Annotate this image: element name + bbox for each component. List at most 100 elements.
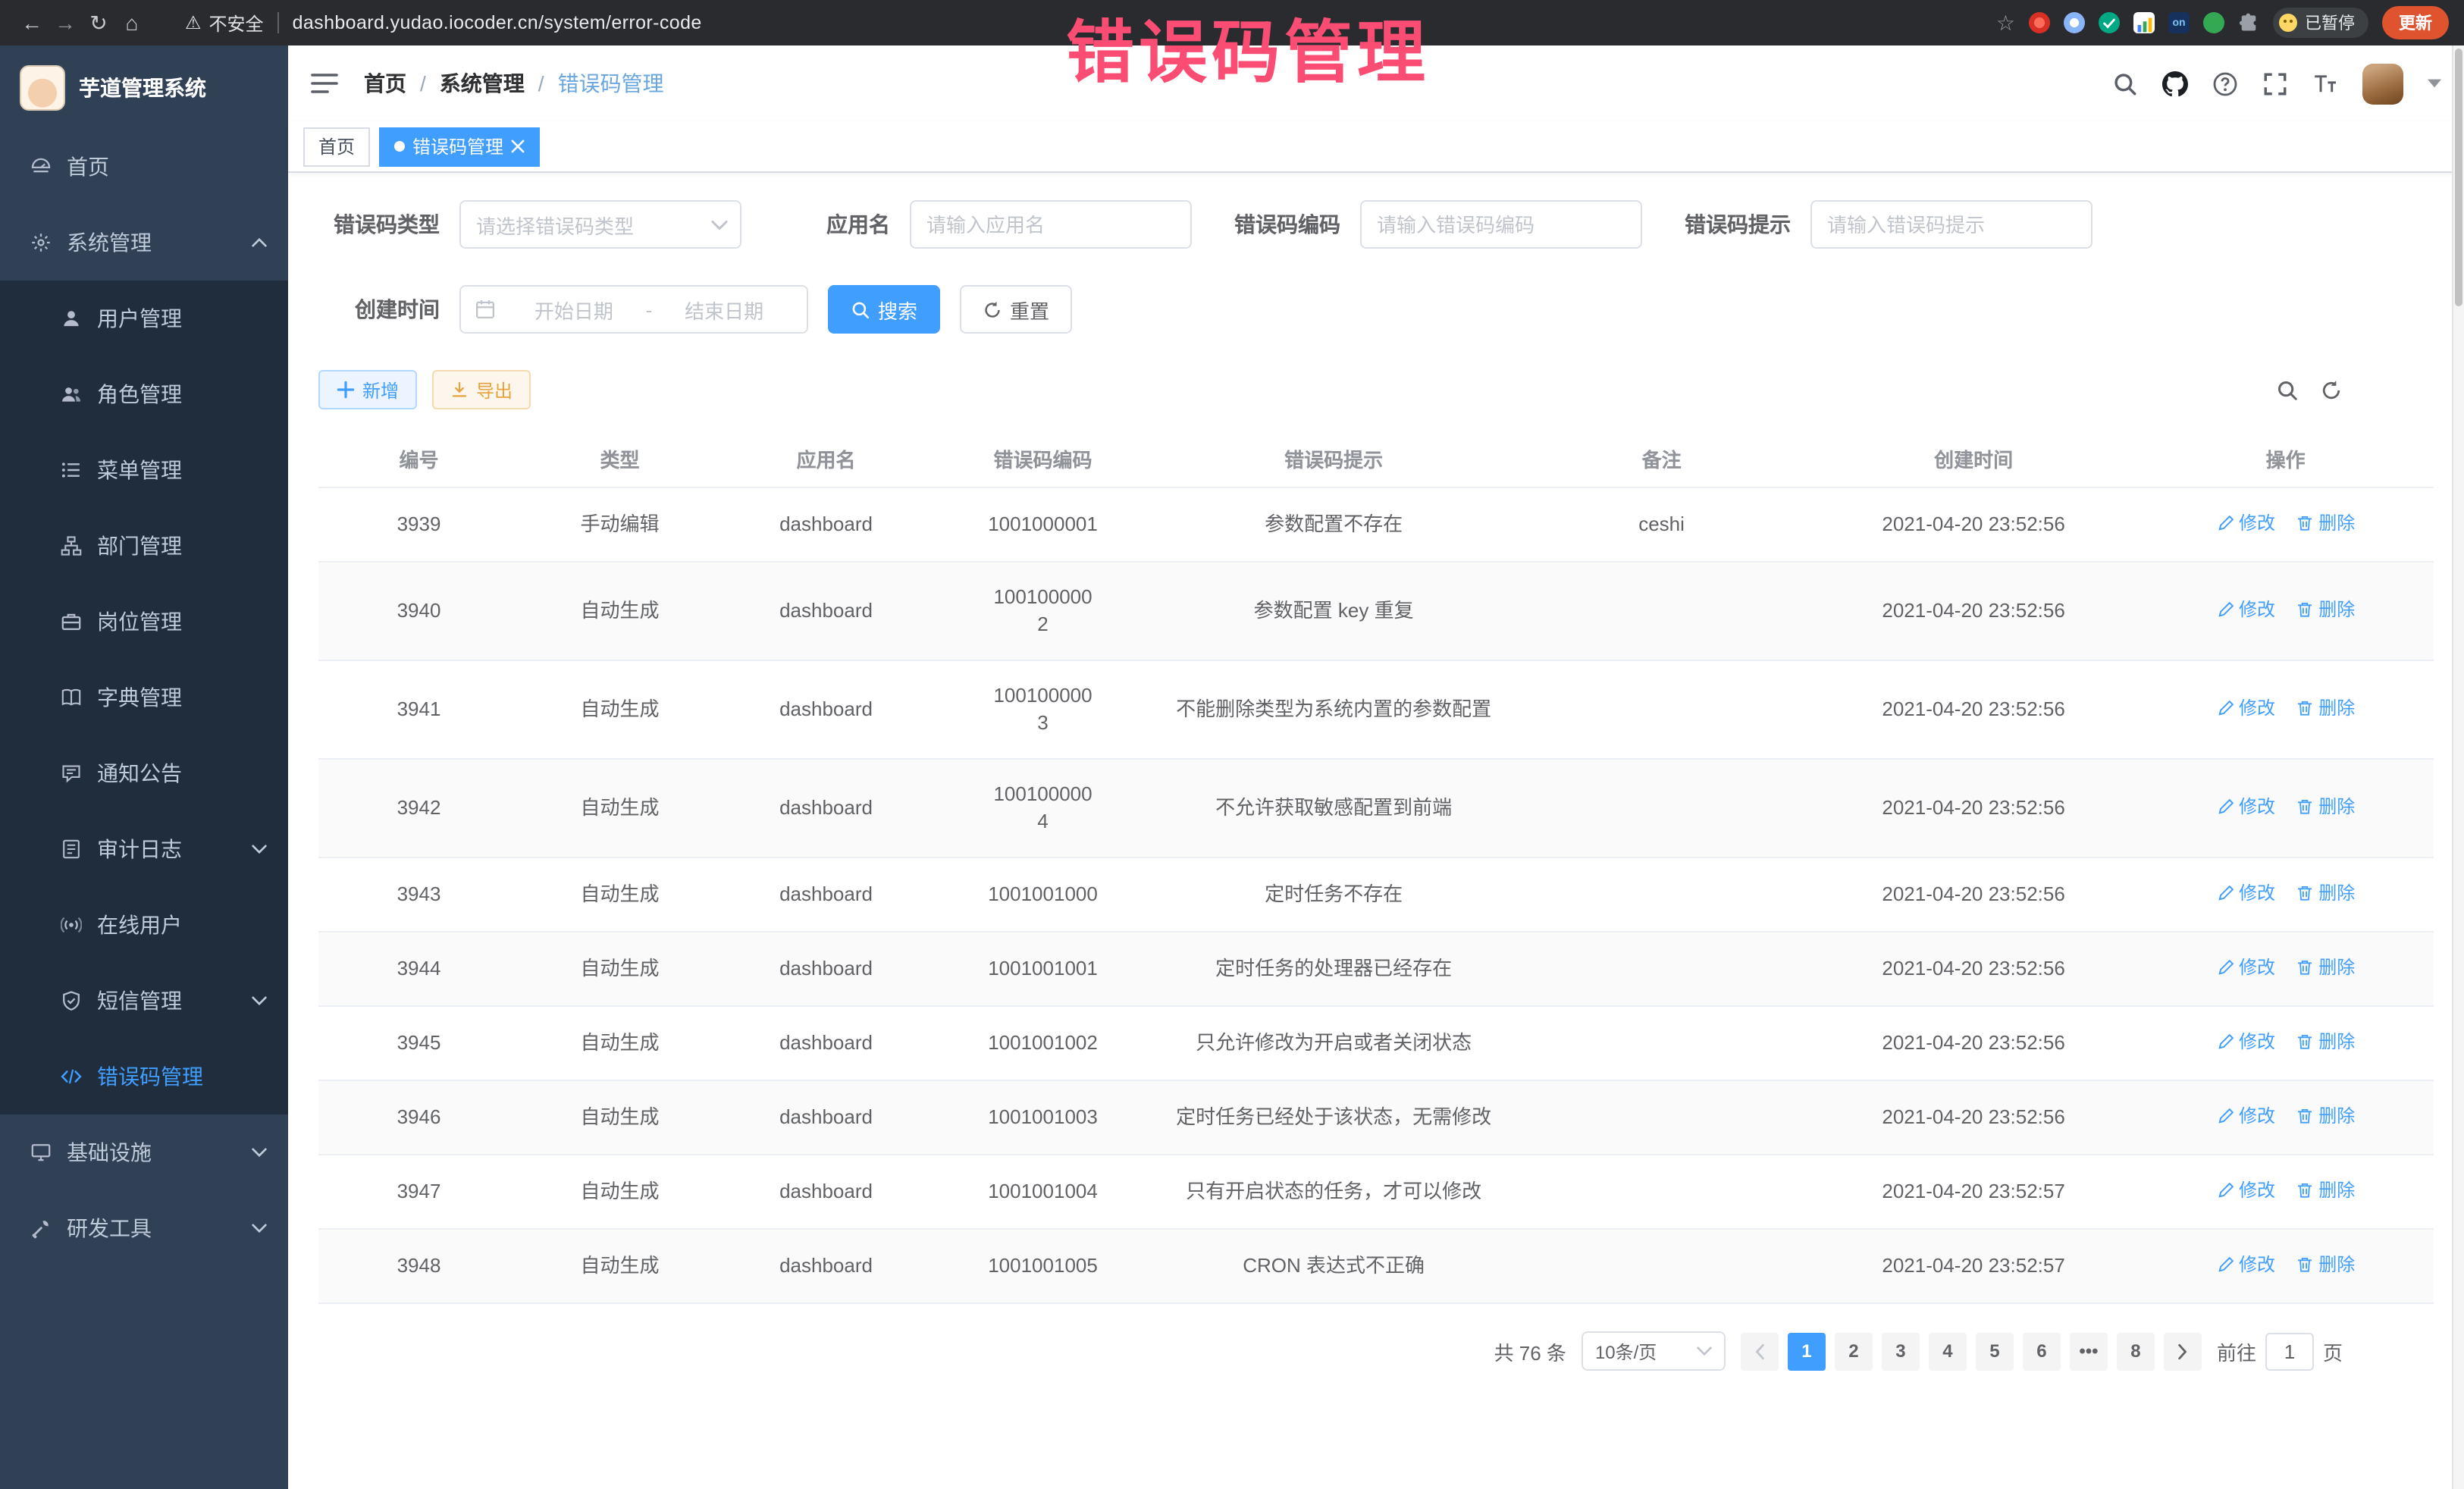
extension-icon-1[interactable] [2029,12,2050,33]
error-type-select[interactable]: 请选择错误码类型 [459,200,741,249]
cell-ops: 修改 删除 [2137,1080,2434,1155]
edit-link[interactable]: 修改 [2216,793,2275,820]
page-button[interactable]: 8 [2117,1332,2155,1370]
delete-link[interactable]: 删除 [2296,1177,2355,1204]
edit-link[interactable]: 修改 [2216,1028,2275,1055]
delete-link[interactable]: 删除 [2296,1251,2355,1278]
refresh-icon[interactable] [2320,378,2343,401]
edit-link[interactable]: 修改 [2216,1177,2275,1204]
extension-icon-6[interactable] [2203,12,2224,33]
tag-home[interactable]: 首页 [303,127,370,166]
edit-link[interactable]: 修改 [2216,509,2275,537]
goto-page-input[interactable] [2265,1332,2314,1370]
export-button[interactable]: 导出 [432,370,531,409]
edit-link[interactable]: 修改 [2216,596,2275,623]
edit-link[interactable]: 修改 [2216,954,2275,981]
scrollbar[interactable] [2452,45,2464,1489]
extensions-puzzle-icon[interactable] [2238,12,2259,33]
reset-button[interactable]: 重置 [960,285,1072,334]
edit-link[interactable]: 修改 [2216,1102,2275,1130]
sidebar-item-positions[interactable]: 岗位管理 [0,584,288,660]
browser-home-icon[interactable]: ⌂ [115,6,149,39]
table-row: 3942 自动生成 dashboard 100100000 4 不允许获取敏感配… [318,759,2434,857]
close-icon[interactable] [511,139,525,153]
sidebar-item-notices[interactable]: 通知公告 [0,735,288,811]
online-signal-icon [61,914,82,936]
scrollbar-thumb[interactable] [2455,49,2462,306]
prev-page-button[interactable] [1741,1332,1779,1370]
hamburger-icon[interactable] [311,73,338,94]
calendar-icon [475,299,496,320]
sidebar-item-system[interactable]: 系统管理 [0,205,288,281]
breadcrumb-system[interactable]: 系统管理 [440,68,525,99]
page-button[interactable]: 4 [1929,1332,1967,1370]
app-logo[interactable]: 芋道管理系统 [0,45,288,129]
date-range-picker[interactable]: 开始日期 - 结束日期 [459,285,808,334]
sidebar-item-menus[interactable]: 菜单管理 [0,432,288,508]
avatar[interactable] [2362,63,2403,104]
caret-down-icon[interactable] [2428,79,2441,88]
tag-error-code[interactable]: 错误码管理 [379,127,540,166]
sidebar-item-audit-log[interactable]: 审计日志 [0,811,288,887]
fullscreen-icon[interactable] [2262,71,2288,96]
breadcrumb-home[interactable]: 首页 [364,68,406,99]
sidebar-item-users[interactable]: 用户管理 [0,281,288,356]
cell-ops: 修改 删除 [2137,759,2434,857]
browser-back-icon[interactable]: ← [15,6,49,39]
page-button[interactable]: 6 [2023,1332,2061,1370]
app-name-input[interactable] [910,200,1192,249]
edit-link[interactable]: 修改 [2216,879,2275,907]
sidebar-item-infrastructure[interactable]: 基础设施 [0,1114,288,1190]
delete-link[interactable]: 删除 [2296,509,2355,537]
sidebar-item-dictionary[interactable]: 字典管理 [0,660,288,735]
next-page-button[interactable] [2164,1332,2202,1370]
bookmark-star-icon[interactable]: ☆ [1996,10,2015,36]
browser-update-button[interactable]: 更新 [2382,6,2449,39]
table-row: 3944 自动生成 dashboard 1001001001 定时任务的处理器已… [318,932,2434,1006]
add-button[interactable]: 新增 [318,370,417,409]
sidebar-item-home[interactable]: 首页 [0,129,288,205]
edit-icon [2216,884,2234,902]
extension-icon-4[interactable] [2133,12,2155,33]
delete-link[interactable]: 删除 [2296,793,2355,820]
github-icon[interactable] [2162,71,2188,96]
edit-link[interactable]: 修改 [2216,694,2275,722]
cell-msg: 定时任务已经处于该状态，无需修改 [1154,1080,1513,1155]
delete-link[interactable]: 删除 [2296,879,2355,907]
more-pages-button[interactable]: ••• [2070,1332,2108,1370]
help-icon[interactable] [2212,71,2238,96]
sidebar-item-online-users[interactable]: 在线用户 [0,887,288,963]
cell-time: 2021-04-20 23:52:56 [1810,1006,2137,1080]
error-code-input[interactable] [1360,200,1642,249]
show-search-icon[interactable] [2276,378,2299,401]
sidebar-item-error-code[interactable]: 错误码管理 [0,1039,288,1114]
page-button[interactable]: 3 [1882,1332,1920,1370]
page-button[interactable]: 1 [1788,1332,1826,1370]
delete-link[interactable]: 删除 [2296,596,2355,623]
sidebar-item-departments[interactable]: 部门管理 [0,508,288,584]
font-size-icon[interactable] [2312,71,2338,96]
address-bar[interactable]: dashboard.yudao.iocoder.cn/system/error-… [293,12,702,33]
delete-link[interactable]: 删除 [2296,1028,2355,1055]
search-button[interactable]: 搜索 [828,285,940,334]
sidebar-item-sms[interactable]: 短信管理 [0,963,288,1039]
error-msg-input[interactable] [1810,200,2093,249]
extension-icon-2[interactable] [2064,12,2085,33]
shield-icon [61,990,82,1011]
page-size-select[interactable]: 10条/页 [1582,1331,1726,1371]
edit-link[interactable]: 修改 [2216,1251,2275,1278]
browser-reload-icon[interactable]: ↻ [82,6,115,39]
paused-badge[interactable]: 已暂停 [2273,8,2368,38]
delete-link[interactable]: 删除 [2296,1102,2355,1130]
delete-link[interactable]: 删除 [2296,954,2355,981]
page-button[interactable]: 2 [1835,1332,1873,1370]
page-button[interactable]: 5 [1976,1332,2014,1370]
security-indicator[interactable]: ⚠ 不安全 [185,10,264,36]
extension-icon-5[interactable]: on [2168,12,2190,33]
search-icon[interactable] [2112,71,2138,96]
sidebar-item-dev-tools[interactable]: 研发工具 [0,1190,288,1266]
delete-link[interactable]: 删除 [2296,694,2355,722]
sidebar-item-roles[interactable]: 角色管理 [0,356,288,432]
browser-forward-icon[interactable]: → [49,6,82,39]
extension-icon-3[interactable] [2099,12,2120,33]
